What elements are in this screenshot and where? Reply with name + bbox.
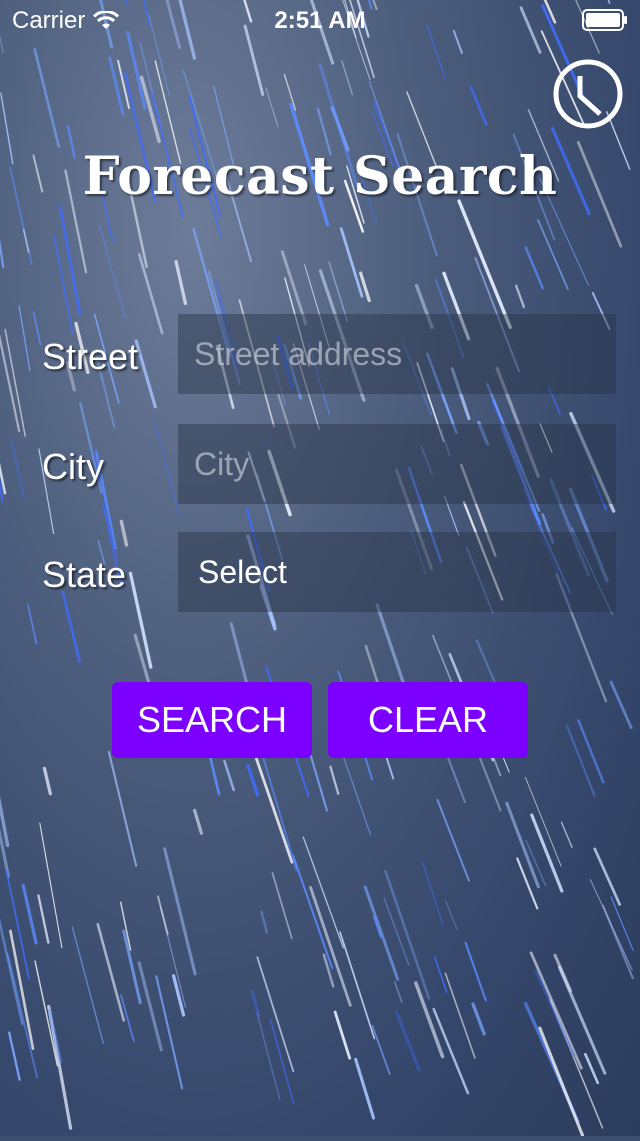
street-label: Street — [42, 336, 139, 377]
clock-icon — [553, 59, 623, 129]
street-input[interactable] — [178, 314, 616, 394]
search-button[interactable]: SEARCH — [112, 682, 312, 758]
battery-icon — [582, 9, 627, 31]
status-time: 2:51 AM — [274, 7, 366, 34]
city-input[interactable] — [178, 424, 616, 504]
page-title: Forecast Search — [82, 146, 558, 207]
state-label: State — [42, 554, 127, 595]
city-label: City — [42, 446, 104, 487]
status-bar: Carrier 2:51 AM — [0, 0, 640, 40]
clear-button[interactable]: CLEAR — [328, 682, 528, 758]
state-select-value: Select — [198, 553, 287, 590]
history-button[interactable] — [552, 58, 624, 130]
state-select[interactable]: Select — [178, 532, 616, 612]
